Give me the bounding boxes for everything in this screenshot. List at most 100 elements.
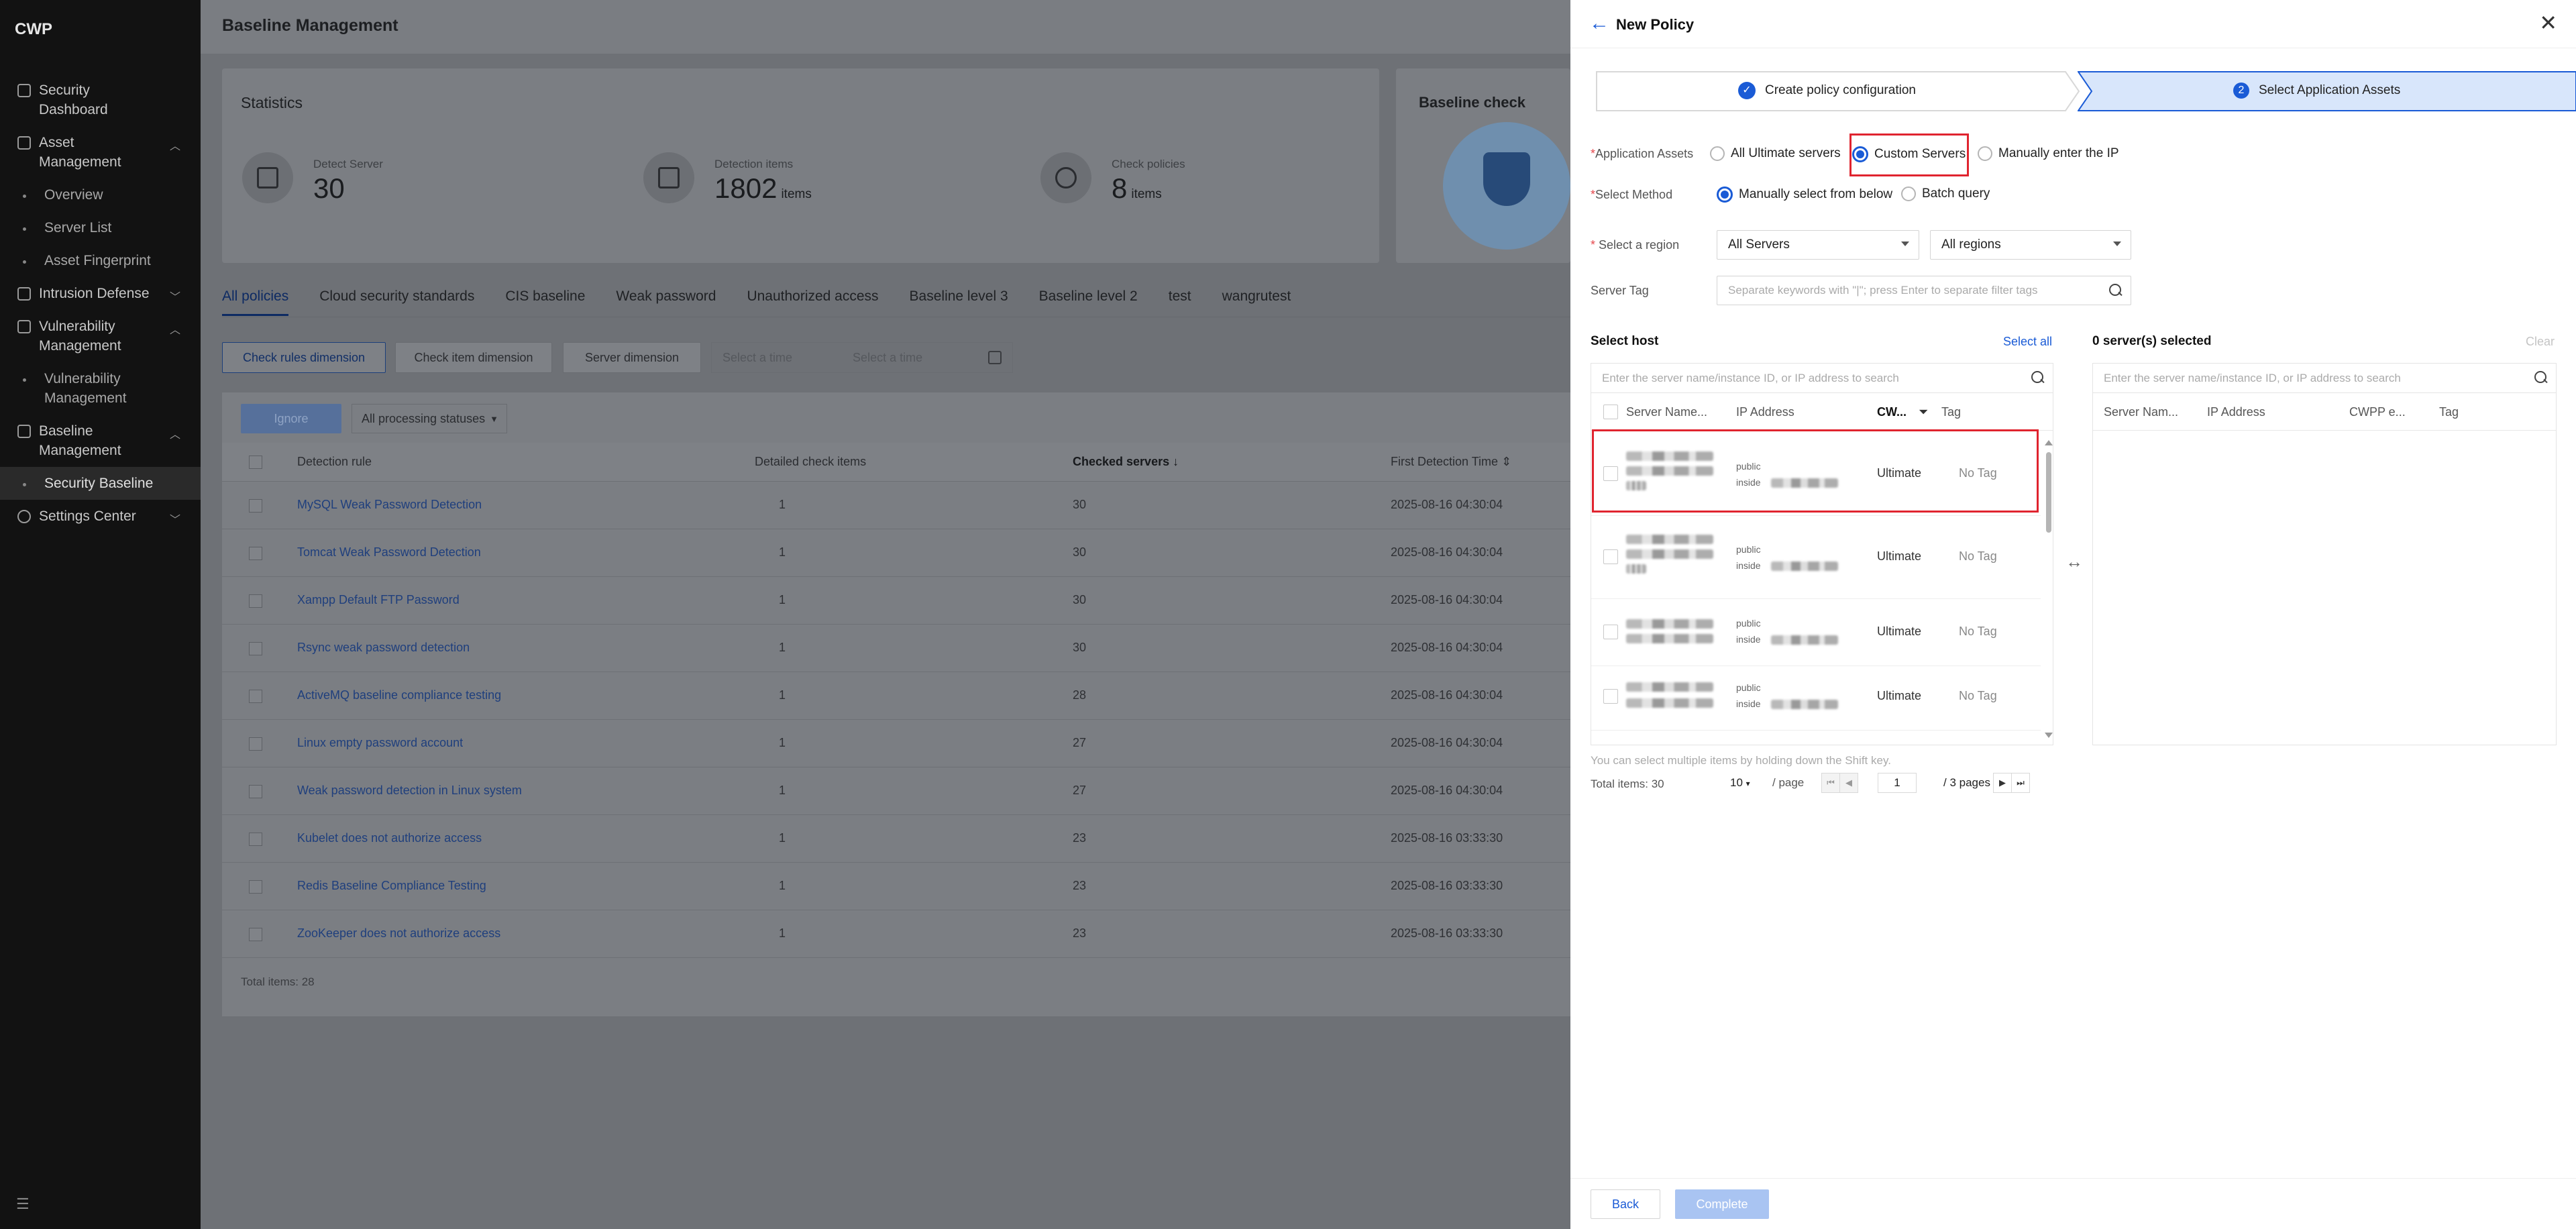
sidebar-item-security-baseline[interactable]: Security Baseline (0, 467, 201, 500)
col-server-name: Server Nam... (2104, 405, 2179, 419)
radio-all-ultimate-servers[interactable]: All Ultimate servers (1710, 146, 1841, 161)
sidebar-item-baseline-management[interactable]: Baseline Management ︿ (0, 415, 201, 467)
page-size-select[interactable]: 10 ▾ (1730, 776, 1750, 790)
tab-cloud-security-standards[interactable]: Cloud security standards (319, 288, 474, 316)
check-item-dimension-button[interactable]: Check item dimension (395, 342, 552, 373)
table-header: Detection rule Detailed check items Chec… (222, 443, 1570, 482)
selected-search-input[interactable]: Enter the server name/instance ID, or IP… (2093, 364, 2556, 393)
sidebar-item-vulnerability-management[interactable]: Vulnerability Management ︿ (0, 310, 201, 362)
server-scope-select[interactable]: All Servers (1717, 230, 1919, 260)
step-create-policy-configuration[interactable]: ✓ Create policy configuration (1596, 71, 2080, 111)
detection-rule-link[interactable]: Linux empty password account (297, 736, 463, 750)
row-checkbox[interactable] (249, 547, 262, 560)
tab-unauthorized-access[interactable]: Unauthorized access (747, 288, 878, 316)
detection-rule-link[interactable]: Kubelet does not authorize access (297, 831, 482, 845)
select-all-hosts-checkbox[interactable] (1603, 405, 1618, 419)
intrusion-icon (17, 287, 31, 301)
sidebar-item-settings-center[interactable]: Settings Center ﹀ (0, 500, 201, 533)
row-checkbox[interactable] (249, 594, 262, 608)
scroll-down-icon[interactable] (2045, 733, 2053, 738)
collapse-menu-icon[interactable]: ☰ (16, 1195, 30, 1213)
row-checkbox[interactable] (249, 880, 262, 894)
baseline-check-title: Baseline check (1419, 94, 1525, 111)
step-select-application-assets[interactable]: 2 Select Application Assets (2078, 71, 2576, 111)
server-dimension-button[interactable]: Server dimension (563, 342, 701, 373)
row-checkbox[interactable] (249, 928, 262, 941)
clear-link[interactable]: Clear (2526, 335, 2555, 349)
tab-baseline-level-2[interactable]: Baseline level 2 (1039, 288, 1138, 316)
scroll-up-icon[interactable] (2045, 440, 2053, 445)
row-checkbox[interactable] (1603, 549, 1618, 564)
host-list-scrollbar[interactable] (2044, 440, 2053, 738)
sidebar-item-server-list[interactable]: Server List (0, 211, 201, 244)
host-search-input[interactable]: Enter the server name/instance ID, or IP… (1591, 364, 2053, 393)
tab-weak-password[interactable]: Weak password (616, 288, 716, 316)
check-rules-dimension-button[interactable]: Check rules dimension (222, 342, 386, 373)
host-row[interactable]: public inside Ultimate No Tag (1591, 666, 2041, 731)
sidebar-item-overview[interactable]: Overview (0, 178, 201, 211)
row-checkbox[interactable] (1603, 689, 1618, 704)
tab-cis-baseline[interactable]: CIS baseline (505, 288, 585, 316)
tab-test[interactable]: test (1169, 288, 1191, 316)
vulnerability-icon (17, 320, 31, 333)
search-icon[interactable] (2534, 371, 2548, 384)
sidebar-item-asset-management[interactable]: Asset Management ︿ (0, 126, 201, 178)
page-number-input[interactable]: 1 (1878, 773, 1917, 793)
select-all-checkbox[interactable] (249, 456, 262, 469)
detection-rule-link[interactable]: Rsync weak password detection (297, 641, 470, 655)
row-checkbox[interactable] (249, 499, 262, 513)
row-checkbox[interactable] (249, 785, 262, 798)
processing-status-select[interactable]: All processing statuses ▼ (352, 404, 507, 433)
detection-rule-link[interactable]: Weak password detection in Linux system (297, 784, 522, 798)
first-page-icon[interactable]: ⏮ (1821, 773, 1840, 793)
row-checkbox[interactable] (249, 642, 262, 655)
col-first-detection-time[interactable]: First Detection Time ⇕ (1391, 455, 1511, 469)
host-row[interactable]: public inside Ultimate No Tag (1591, 516, 2041, 599)
sidebar-item-security-dashboard[interactable]: Security Dashboard (0, 74, 201, 126)
sidebar-item-vulnerability-sub[interactable]: Vulnerability Management (0, 362, 201, 415)
search-icon[interactable] (2109, 284, 2123, 297)
edition-cell: Ultimate (1877, 549, 1922, 563)
radio-manually-enter-ip[interactable]: Manually enter the IP (1978, 146, 2119, 161)
detection-rule-link[interactable]: Tomcat Weak Password Detection (297, 545, 481, 559)
sidebar-item-intrusion-defense[interactable]: Intrusion Defense ﹀ (0, 277, 201, 310)
ignore-button[interactable]: Ignore (241, 404, 341, 433)
date-range-picker[interactable]: Select a time Select a time (711, 342, 1013, 373)
detection-rule-link[interactable]: MySQL Weak Password Detection (297, 498, 482, 512)
sidebar-item-label: Asset Management (39, 135, 121, 170)
filter-icon[interactable]: ⏷ (1919, 405, 1928, 419)
detection-rule-link[interactable]: Redis Baseline Compliance Testing (297, 879, 486, 893)
radio-manually-select[interactable]: Manually select from below (1717, 186, 1892, 203)
back-button[interactable]: Back (1591, 1189, 1660, 1219)
checked-servers-count: 23 (1073, 879, 1087, 892)
server-tag-input[interactable]: Separate keywords with "|"; press Enter … (1717, 276, 2131, 305)
prev-page-icon[interactable]: ◀ (1839, 773, 1858, 793)
col-checked-servers[interactable]: Checked servers ↓ (1073, 455, 1179, 469)
region-select[interactable]: All regions (1930, 230, 2131, 260)
next-page-icon[interactable]: ▶ (1993, 773, 2012, 793)
scroll-thumb[interactable] (2046, 452, 2051, 533)
checked-servers-count: 27 (1073, 784, 1087, 797)
tab-wangrutest[interactable]: wangrutest (1222, 288, 1291, 316)
sidebar-item-asset-fingerprint[interactable]: Asset Fingerprint (0, 244, 201, 277)
tab-all-policies[interactable]: All policies (222, 288, 289, 316)
host-row[interactable]: public inside Ultimate No Tag (1591, 599, 2041, 666)
select-all-link[interactable]: Select all (2003, 335, 2052, 349)
close-icon[interactable]: ✕ (2539, 12, 2557, 34)
radio-batch-query[interactable]: Batch query (1901, 186, 1990, 201)
tab-baseline-level-3[interactable]: Baseline level 3 (910, 288, 1008, 316)
search-icon[interactable] (2031, 371, 2045, 384)
detection-rule-link[interactable]: ActiveMQ baseline compliance testing (297, 688, 501, 702)
back-arrow-icon[interactable]: ← (1589, 13, 1609, 34)
row-checkbox[interactable] (1603, 625, 1618, 639)
complete-button[interactable]: Complete (1675, 1189, 1769, 1219)
detection-rule-link[interactable]: ZooKeeper does not authorize access (297, 926, 500, 941)
last-page-icon[interactable]: ⏭ (2011, 773, 2030, 793)
radio-custom-servers[interactable]: Custom Servers (1852, 146, 1966, 162)
row-checkbox[interactable] (249, 737, 262, 751)
row-checkbox[interactable] (249, 690, 262, 703)
settings-icon (17, 510, 31, 523)
ip-redacted (1771, 635, 1838, 645)
detection-rule-link[interactable]: Xampp Default FTP Password (297, 593, 460, 607)
row-checkbox[interactable] (249, 833, 262, 846)
